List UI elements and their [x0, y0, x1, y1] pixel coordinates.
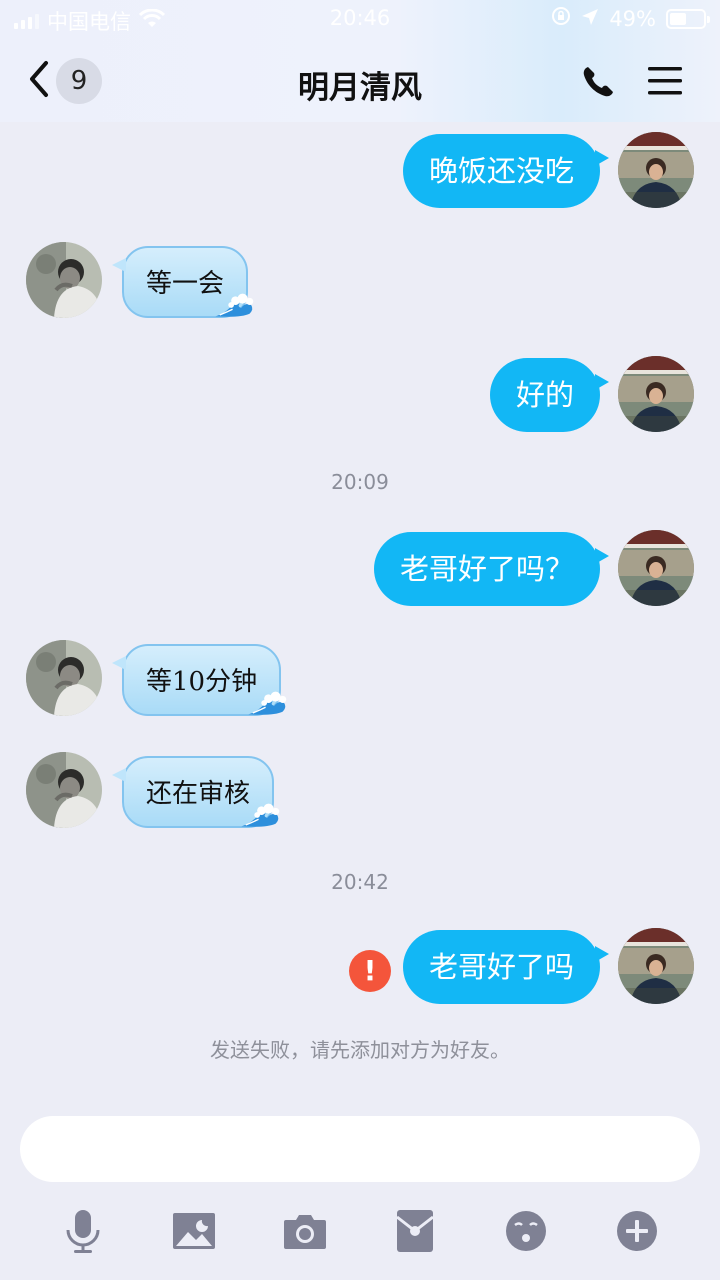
message-text: 等一会	[146, 269, 225, 299]
send-failure-notice: 发送失败，请先添加对方为好友。	[210, 1038, 510, 1062]
header: 中国电信 20:46 49% 9 明月清风	[0, 0, 720, 122]
sent-message-bubble[interactable]: 老哥好了吗	[402, 930, 609, 1004]
message-text: 好的	[515, 378, 574, 412]
menu-icon[interactable]	[646, 64, 684, 102]
nav-bar: 9 明月清风	[0, 40, 720, 122]
message-text: 等10分钟	[146, 667, 258, 697]
friend-avatar[interactable]	[26, 752, 102, 828]
battery-icon	[666, 8, 710, 29]
friend-avatar[interactable]	[26, 640, 102, 716]
chat-area[interactable]: 晚饭还没吃 等一会 好的 20:09 老哥好了吗？ 等10分钟 还在审核 20:…	[0, 122, 720, 1100]
friend-avatar[interactable]	[26, 242, 102, 318]
my-avatar[interactable]	[618, 530, 694, 606]
wave-decoration-icon	[214, 290, 254, 320]
my-avatar[interactable]	[618, 132, 694, 208]
message-text: 老哥好了吗？	[399, 552, 574, 586]
sent-message-bubble[interactable]: 晚饭还没吃	[402, 134, 609, 208]
my-avatar[interactable]	[618, 928, 694, 1004]
message-text: 晚饭还没吃	[428, 154, 574, 188]
red-packet-icon[interactable]	[390, 1206, 440, 1256]
timestamp: 20:09	[331, 470, 389, 494]
received-message-bubble[interactable]: 等10分钟	[112, 644, 281, 716]
timestamp: 20:42	[331, 870, 389, 894]
message-input[interactable]	[20, 1116, 700, 1182]
image-icon[interactable]	[169, 1206, 219, 1256]
input-toolbar	[0, 1206, 720, 1256]
plus-icon[interactable]	[612, 1206, 662, 1256]
location-arrow-icon	[581, 7, 599, 31]
status-bar: 中国电信 20:46 49%	[0, 0, 720, 40]
my-avatar[interactable]	[618, 356, 694, 432]
received-message-bubble[interactable]: 等一会	[112, 246, 248, 318]
sent-message-bubble[interactable]: 好的	[489, 358, 609, 432]
sent-message-bubble[interactable]: 老哥好了吗？	[373, 532, 609, 606]
wave-decoration-icon	[247, 688, 287, 718]
phone-icon[interactable]	[580, 64, 616, 104]
camera-icon[interactable]	[280, 1206, 330, 1256]
wave-decoration-icon	[240, 800, 280, 830]
message-text: 还在审核	[146, 779, 251, 809]
message-text: 老哥好了吗	[428, 950, 574, 984]
emoji-icon[interactable]	[501, 1206, 551, 1256]
received-message-bubble[interactable]: 还在审核	[112, 756, 274, 828]
microphone-icon[interactable]	[58, 1206, 108, 1256]
rotation-lock-icon	[551, 6, 571, 31]
send-failed-icon[interactable]: !	[349, 950, 391, 992]
battery-percent: 49%	[609, 6, 656, 31]
input-area	[0, 1100, 720, 1280]
